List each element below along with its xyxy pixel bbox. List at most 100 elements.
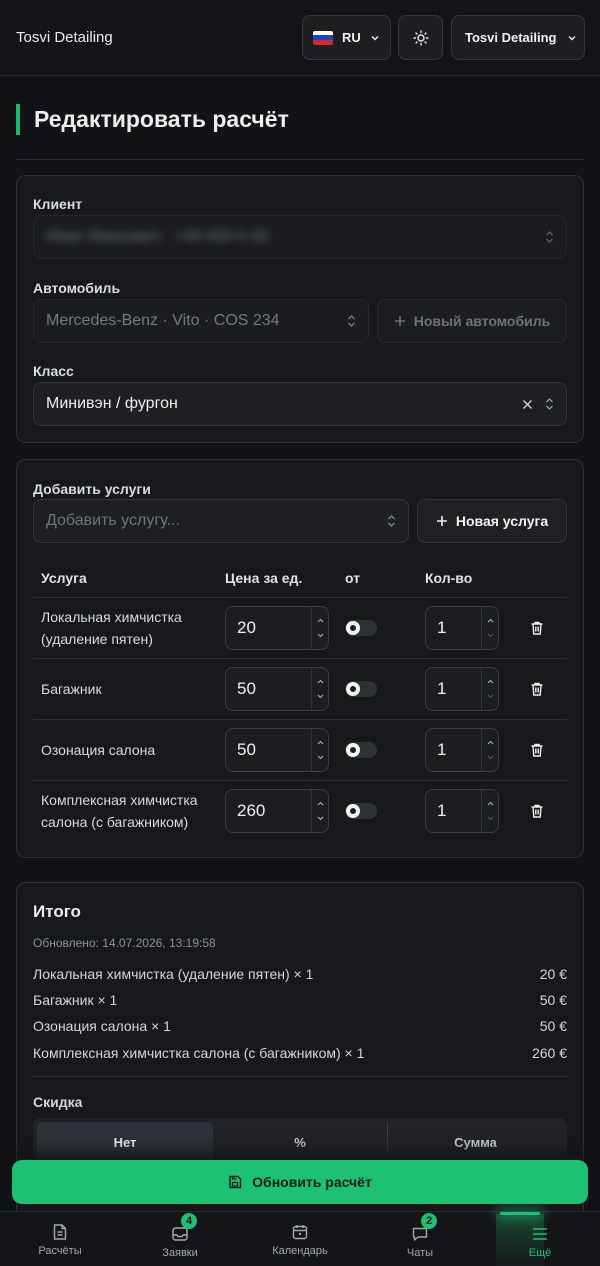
car-select[interactable]: Mercedes-Benz · Vito · COS 234 xyxy=(33,299,369,343)
title-divider xyxy=(16,159,584,160)
new-service-button[interactable]: Новая услуга xyxy=(417,499,567,543)
row-divider xyxy=(33,780,567,781)
nav-label: Заявки xyxy=(162,1247,198,1259)
price-input[interactable]: 20 xyxy=(225,606,329,650)
quantity-input[interactable]: 1 xyxy=(425,667,499,711)
summary-title: Итого xyxy=(33,902,81,921)
delete-icon[interactable] xyxy=(529,681,545,697)
discount-option-percent[interactable]: % xyxy=(213,1122,387,1162)
save-icon xyxy=(229,1175,242,1189)
summary-line: Озонация салона × 1 50 € xyxy=(33,1018,567,1034)
quantity-value: 1 xyxy=(437,618,447,637)
updown-icon xyxy=(546,398,553,410)
nav-calendar[interactable]: Календарь xyxy=(240,1212,360,1266)
class-select[interactable]: Минивэн / фургон xyxy=(33,382,567,426)
summary-divider xyxy=(33,1076,567,1077)
service-name: Багажник xyxy=(41,681,102,697)
new-car-label: Новый автомобиль xyxy=(413,313,551,329)
row-divider xyxy=(33,658,567,659)
nav-label: Ещё xyxy=(528,1247,552,1259)
summary-line: Локальная химчистка (удаление пятен) × 1… xyxy=(33,966,567,982)
from-toggle[interactable] xyxy=(345,803,377,819)
nav-calculations[interactable]: Расчёты xyxy=(0,1212,120,1266)
sun-icon xyxy=(412,29,429,46)
summary-line-label: Комплексная химчистка салона (с багажник… xyxy=(33,1045,365,1061)
nav-more[interactable]: Ещё xyxy=(480,1212,600,1266)
quantity-spinner[interactable] xyxy=(481,790,498,832)
quantity-value: 1 xyxy=(437,679,447,698)
summary-line-amount: 50 € xyxy=(539,992,567,1008)
price-input[interactable]: 50 xyxy=(225,667,329,711)
price-value: 260 xyxy=(237,801,266,820)
language-selector[interactable]: RU xyxy=(302,15,391,60)
update-calculation-button[interactable]: Обновить расчёт xyxy=(12,1160,588,1204)
price-value: 20 xyxy=(237,618,256,637)
client-label: Клиент xyxy=(33,196,83,212)
from-toggle[interactable] xyxy=(345,620,377,636)
chats-badge: 2 xyxy=(421,1213,437,1229)
column-from: от xyxy=(345,570,361,586)
price-spinner[interactable] xyxy=(311,668,328,710)
delete-icon[interactable] xyxy=(529,620,545,636)
language-code: RU xyxy=(342,30,361,45)
row-divider xyxy=(33,719,567,720)
price-value: 50 xyxy=(237,740,256,759)
discount-option-none[interactable]: Нет xyxy=(37,1122,213,1162)
summary-line-label: Озонация салона × 1 xyxy=(33,1018,171,1034)
add-service-select[interactable]: Добавить услугу... xyxy=(33,499,409,543)
summary-line-amount: 260 € xyxy=(531,1045,567,1061)
price-input[interactable]: 50 xyxy=(225,728,329,772)
plus-icon xyxy=(394,316,405,326)
car-label: Автомобиль xyxy=(33,280,121,296)
quantity-spinner[interactable] xyxy=(481,729,498,771)
quantity-value: 1 xyxy=(437,740,447,759)
price-spinner[interactable] xyxy=(311,790,328,832)
chevron-down-icon xyxy=(371,35,379,41)
summary-line-amount: 50 € xyxy=(539,1018,567,1034)
bottom-navigation: Расчёты Заявки 4 Календарь Чаты 2 Ещё xyxy=(0,1211,600,1266)
new-car-button[interactable]: Новый автомобиль xyxy=(377,299,567,343)
column-qty: Кол-во xyxy=(425,570,473,586)
column-price: Цена за ед. xyxy=(225,570,303,586)
menu-icon xyxy=(533,1228,547,1240)
account-name: Tosvi Detailing xyxy=(465,30,557,45)
nav-chats[interactable]: Чаты 2 xyxy=(360,1212,480,1266)
quantity-input[interactable]: 1 xyxy=(425,606,499,650)
table-header-divider xyxy=(33,597,567,598)
nav-label: Чаты xyxy=(406,1247,434,1259)
new-service-label: Новая услуга xyxy=(455,513,549,529)
client-select[interactable]: Иван Иванович · +49 000 0 00 xyxy=(33,215,567,259)
from-toggle[interactable] xyxy=(345,742,377,758)
quantity-input[interactable]: 1 xyxy=(425,789,499,833)
app-header: Tosvi Detailing RU Tosvi Detailing xyxy=(0,0,600,76)
updown-icon xyxy=(546,231,553,243)
delete-icon[interactable] xyxy=(529,803,545,819)
quantity-spinner[interactable] xyxy=(481,668,498,710)
quantity-spinner[interactable] xyxy=(481,607,498,649)
update-calculation-label: Обновить расчёт xyxy=(252,1174,372,1190)
discount-option-amount[interactable]: Сумма xyxy=(388,1122,563,1162)
theme-toggle-button[interactable] xyxy=(398,15,443,60)
quantity-input[interactable]: 1 xyxy=(425,728,499,772)
nav-requests[interactable]: Заявки 4 xyxy=(120,1212,240,1266)
delete-icon[interactable] xyxy=(529,742,545,758)
summary-line-label: Локальная химчистка (удаление пятен) × 1 xyxy=(33,966,314,982)
calendar-icon xyxy=(292,1225,308,1240)
from-toggle[interactable] xyxy=(345,681,377,697)
account-selector[interactable]: Tosvi Detailing xyxy=(451,15,585,60)
class-label: Класс xyxy=(33,363,74,379)
summary-line-label: Багажник × 1 xyxy=(33,992,118,1008)
quantity-value: 1 xyxy=(437,801,447,820)
price-spinner[interactable] xyxy=(311,729,328,771)
add-service-placeholder: Добавить услугу... xyxy=(46,512,180,529)
clear-icon[interactable] xyxy=(522,399,533,410)
price-spinner[interactable] xyxy=(311,607,328,649)
document-icon xyxy=(53,1224,67,1240)
active-indicator xyxy=(500,1212,540,1215)
price-input[interactable]: 260 xyxy=(225,789,329,833)
page-title: Редактировать расчёт xyxy=(16,104,289,135)
nav-label: Календарь xyxy=(272,1245,328,1257)
car-value: Mercedes-Benz · Vito · COS 234 xyxy=(46,312,280,329)
client-value: Иван Иванович · +49 000 0 00 xyxy=(46,228,269,245)
price-value: 50 xyxy=(237,679,256,698)
